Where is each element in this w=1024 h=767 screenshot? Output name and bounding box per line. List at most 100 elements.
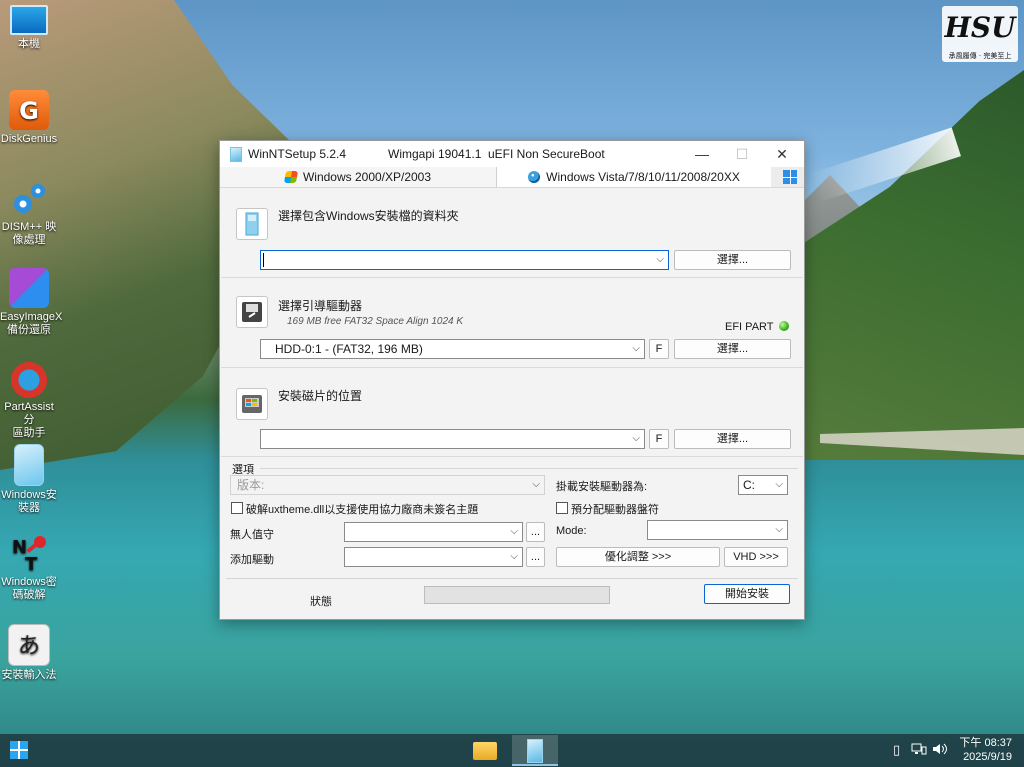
clock-time: 下午 08:37 [959,737,1012,749]
chevron-down-icon: ⌵ [656,254,664,265]
text-cursor [263,253,264,267]
window-title: WinNTSetup 5.2.4 [248,147,347,161]
taskbar: ▯ 下午 08:37 2025/9/19 [0,734,1024,767]
uxtheme-label: 破解uxtheme.dll以支援使用協力廠商未簽名主題 [246,504,479,516]
windows-xp-flag-icon [283,171,299,183]
minimize-button[interactable]: — [682,141,722,167]
desktop-icon-label: Windows密 碼破解 [1,576,57,601]
desktop-icon-this-pc[interactable]: 本機 [0,5,58,51]
tab-label: Windows 2000/XP/2003 [302,170,432,184]
volume-icon[interactable] [932,742,948,759]
hsu-logo: HSU 承風履傳 · 完美至上 [942,6,1018,62]
status-led-icon [778,321,789,331]
progress-bar [424,586,610,604]
nt-password-icon: NT [9,533,49,575]
logo-subtitle: 承風履傳 · 完美至上 [948,52,1012,60]
chevron-down-icon: ⌵ [632,433,640,444]
network-icon[interactable] [911,742,927,759]
footer-divider [226,578,798,579]
tweaks-button[interactable]: 優化調整 >>> [556,547,720,567]
source-path-input[interactable]: ⌵ [260,250,669,270]
app-icon [230,146,242,162]
install-drive-select[interactable]: ⌵ [260,429,645,449]
tab-windows-xp[interactable]: Windows 2000/XP/2003 [220,167,497,187]
uxtheme-checkbox[interactable] [231,502,243,514]
add-driver-label: 添加驅動 [230,554,274,566]
svg-text:G: G [19,97,39,125]
add-driver-select[interactable]: ⌵ [344,547,523,567]
boot-drive-value: HDD-0:1 - (FAT32, 196 MB) [275,342,423,356]
windows-vista-orb-icon [528,171,541,183]
boot-drive-info: 169 MB free FAT32 Space Align 1024 K [287,316,464,327]
vhd-button[interactable]: VHD >>> [724,547,788,567]
desktop-icon-nt-password[interactable]: NT Windows密 碼破解 [0,533,58,602]
mount-drive-select[interactable]: C: ⌵ [738,475,788,495]
start-install-button[interactable]: 開始安裝 [704,584,790,604]
desktop-icon-input-method[interactable]: あ 安裝輸入法 [0,624,58,682]
maximize-button[interactable]: ☐ [722,141,762,167]
mode-label: Mode: [556,525,587,537]
winntsetup-icon [527,739,543,763]
boot-format-button[interactable]: F [649,339,669,359]
chevron-down-icon: ⌵ [775,479,783,490]
desktop-icon-label: 安裝輸入法 [1,669,57,681]
boot-title: 選擇引導驅動器 [278,299,363,313]
efi-part-label: EFI PART [725,321,774,333]
select-source-button[interactable]: 選擇... [674,250,791,270]
mount-drive-value: C: [743,478,755,492]
clock[interactable]: 下午 08:37 2025/9/19 [959,736,1012,764]
folder-icon [473,742,497,760]
desktop-icon-dism[interactable]: DISM++ 映 像處理 [0,178,58,247]
partassist-icon [9,358,49,398]
chevron-down-icon: ⌵ [632,343,640,354]
taskbar-file-explorer[interactable] [461,735,507,766]
chevron-down-icon: ⌵ [532,479,540,490]
install-format-button[interactable]: F [649,429,669,449]
install-files-icon [236,208,268,240]
unattend-select[interactable]: ⌵ [344,522,523,542]
boot-section: 選擇引導驅動器 169 MB free FAT32 Space Align 10… [221,278,803,368]
winntsetup-window: WinNTSetup 5.2.4 Wimgapi 19041.1 uEFI No… [219,140,805,620]
taskbar-winntsetup[interactable] [512,735,558,766]
svg-text:あ: あ [18,634,40,659]
chevron-down-icon: ⌵ [510,551,518,562]
mode-select[interactable]: ⌵ [647,520,788,540]
os-tabs: Windows 2000/XP/2003 Windows Vista/7/8/1… [220,167,804,188]
title-bar[interactable]: WinNTSetup 5.2.4 Wimgapi 19041.1 uEFI No… [220,141,804,167]
diskgenius-icon: G [9,90,49,130]
windows-logo-icon [783,170,797,184]
winntsetup-icon [14,444,44,486]
boot-drive-select[interactable]: HDD-0:1 - (FAT32, 196 MB) ⌵ [260,339,645,359]
svg-text:T: T [25,554,38,573]
desktop-icon-label: Windows安 裝器 [1,489,57,514]
desktop-icon-winntsetup[interactable]: Windows安 裝器 [0,444,58,515]
this-pc-icon [10,5,48,35]
select-boot-button[interactable]: 選擇... [674,339,791,359]
tab-windows-vista[interactable]: Windows Vista/7/8/10/11/2008/20XX [497,167,771,187]
close-button[interactable]: ✕ [762,141,802,167]
boot-mode: uEFI Non SecureBoot [488,147,605,161]
edition-select[interactable]: 版本: ⌵ [230,475,545,495]
source-title: 選擇包含Windows安裝檔的資料夾 [278,209,459,223]
prealloc-checkbox[interactable] [556,502,568,514]
prealloc-label: 預分配驅動器盤符 [571,504,659,516]
unattend-browse-button[interactable]: ... [526,522,545,542]
start-button[interactable] [10,741,28,759]
desktop-icon-easyimagex[interactable]: EasyImageX 備份還原 [0,268,62,337]
usb-icon[interactable]: ▯ [893,742,900,758]
efi-part-indicator: EFI PART [725,321,789,333]
wimgapi-version: Wimgapi 19041.1 [388,147,482,161]
dism-icon [9,178,49,218]
install-section: 安裝磁片的位置 ⌵ F 選擇... [221,368,803,457]
add-driver-browse-button[interactable]: ... [526,547,545,567]
desktop-icon-label: PartAssist分 區助手 [4,401,54,439]
desktop-icon-partassist[interactable]: PartAssist分 區助手 [0,358,58,440]
desktop-icon-diskgenius[interactable]: G DiskGenius [0,90,58,146]
chevron-down-icon: ⌵ [510,526,518,537]
desktop-icon-label: DISM++ 映 像處理 [1,221,57,246]
install-title: 安裝磁片的位置 [278,389,363,403]
source-section: 選擇包含Windows安裝檔的資料夾 ⌵ 選擇... [221,189,803,278]
unattend-label: 無人值守 [230,529,274,541]
select-install-button[interactable]: 選擇... [674,429,791,449]
boot-drive-icon [236,296,268,328]
